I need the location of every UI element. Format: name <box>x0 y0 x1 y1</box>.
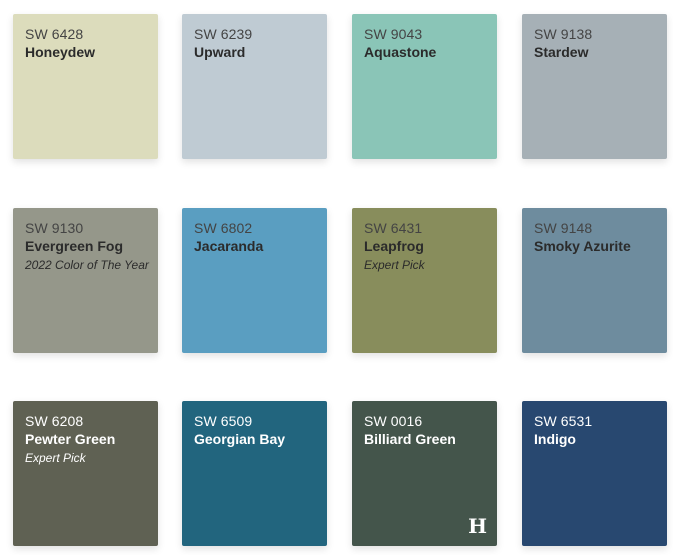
swatch-name: Honeydew <box>25 44 96 60</box>
swatch-tag: 2022 Color of The Year <box>25 258 149 272</box>
swatch-jacaranda[interactable]: SW 6802 Jacaranda <box>182 208 327 353</box>
swatch-name: Billiard Green <box>364 431 456 447</box>
swatch-code: SW 9138 <box>534 26 593 42</box>
swatch-code: SW 6431 <box>364 220 423 236</box>
swatch-code: SW 9130 <box>25 220 84 236</box>
swatch-name: Smoky Azurite <box>534 238 631 254</box>
swatch-name: Stardew <box>534 44 589 60</box>
swatch-name: Aquastone <box>364 44 437 60</box>
swatch-name: Evergreen Fog <box>25 238 124 254</box>
swatch-code: SW 6509 <box>194 413 253 429</box>
swatch-stardew[interactable]: SW 9138 Stardew <box>522 14 667 159</box>
color-swatch-grid: SW 6428 Honeydew SW 6239 Upward SW 9043 … <box>0 0 673 555</box>
swatch-aquastone[interactable]: SW 9043 Aquastone <box>352 14 497 159</box>
swatch-name: Pewter Green <box>25 431 116 447</box>
swatch-evergreen-fog[interactable]: SW 9130 Evergreen Fog 2022 Color of The … <box>13 208 158 353</box>
brand-logo-icon: H <box>468 514 487 538</box>
swatch-code: SW 6208 <box>25 413 84 429</box>
swatch-tag: Expert Pick <box>364 258 425 272</box>
swatch-name: Indigo <box>534 431 576 447</box>
swatch-name: Georgian Bay <box>194 431 286 447</box>
swatch-code: SW 6802 <box>194 220 253 236</box>
swatch-indigo[interactable]: SW 6531 Indigo <box>522 401 667 546</box>
swatch-name: Upward <box>194 44 246 60</box>
swatch-code: SW 6239 <box>194 26 253 42</box>
swatch-smoky-azurite[interactable]: SW 9148 Smoky Azurite <box>522 208 667 353</box>
swatch-name: Jacaranda <box>194 238 264 254</box>
swatch-name: Leapfrog <box>364 238 424 254</box>
swatch-leapfrog[interactable]: SW 6431 Leapfrog Expert Pick <box>352 208 497 353</box>
swatch-honeydew[interactable]: SW 6428 Honeydew <box>13 14 158 159</box>
swatch-billiard-green[interactable]: SW 0016 Billiard Green H <box>352 401 497 546</box>
swatch-pewter-green[interactable]: SW 6208 Pewter Green Expert Pick <box>13 401 158 546</box>
swatch-georgian-bay[interactable]: SW 6509 Georgian Bay <box>182 401 327 546</box>
swatch-code: SW 6531 <box>534 413 593 429</box>
swatch-code: SW 9148 <box>534 220 593 236</box>
swatch-code: SW 9043 <box>364 26 423 42</box>
swatch-upward[interactable]: SW 6239 Upward <box>182 14 327 159</box>
swatch-tag: Expert Pick <box>25 451 86 465</box>
swatch-code: SW 0016 <box>364 413 423 429</box>
swatch-code: SW 6428 <box>25 26 84 42</box>
